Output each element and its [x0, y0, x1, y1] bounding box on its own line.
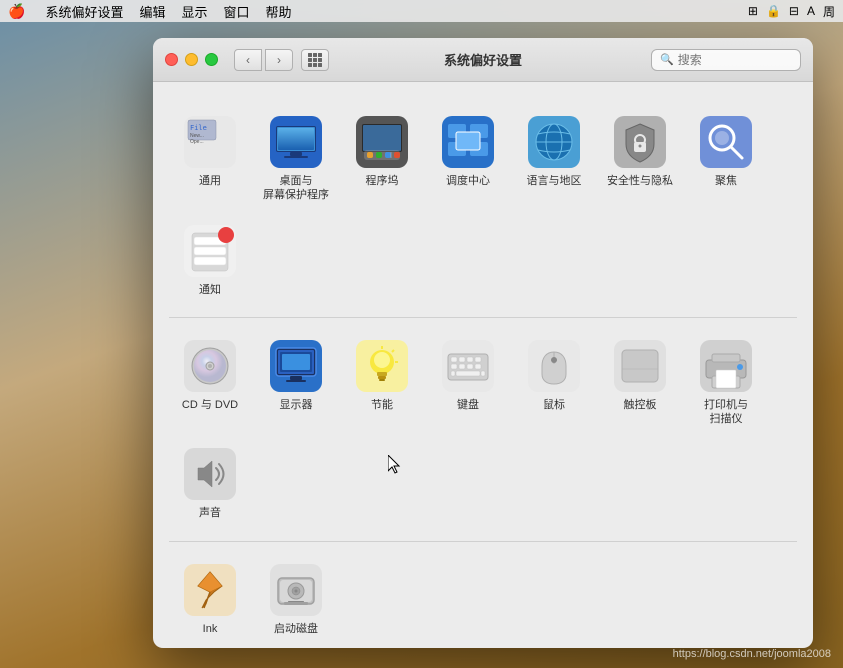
pref-trackpad[interactable]: 触控板	[599, 330, 681, 435]
section1-grid: File New... Ope... 通用	[169, 106, 797, 305]
pref-security[interactable]: 安全性与隐私	[599, 106, 681, 211]
menubar-day: 周	[823, 3, 835, 20]
svg-text:Ope...: Ope...	[190, 139, 204, 145]
display-label: 显示器	[280, 398, 313, 412]
pref-spotlight[interactable]: 聚焦	[685, 106, 767, 211]
language-label: 语言与地区	[527, 174, 582, 188]
minimize-button[interactable]	[185, 53, 198, 66]
mouse-icon	[528, 340, 580, 392]
display-icon	[270, 340, 322, 392]
pref-desktop[interactable]: 桌面与 屏幕保护程序	[255, 106, 337, 211]
language-icon	[528, 116, 580, 168]
menubar-icon-4[interactable]: A	[807, 4, 815, 18]
search-icon: 🔍	[660, 53, 674, 66]
forward-button[interactable]: ›	[265, 49, 293, 71]
window-title: 系统偏好设置	[444, 50, 522, 69]
security-icon	[614, 116, 666, 168]
watermark: https://blog.csdn.net/joomla2008	[673, 648, 831, 660]
dock-icon	[356, 116, 408, 168]
notification-label: 通知	[199, 283, 221, 297]
system-preferences-window: ‹ › 系统偏好设置 🔍	[153, 38, 813, 648]
spotlight-icon	[700, 116, 752, 168]
pref-notification[interactable]: 通知	[169, 215, 251, 305]
general-icon: File New... Ope...	[184, 116, 236, 168]
titlebar: ‹ › 系统偏好设置 🔍	[153, 38, 813, 82]
back-button[interactable]: ‹	[234, 49, 262, 71]
mission-icon	[442, 116, 494, 168]
close-button[interactable]	[165, 53, 178, 66]
ink-icon	[184, 564, 236, 616]
pref-energy[interactable]: 节能	[341, 330, 423, 435]
menu-edit[interactable]: 编辑	[139, 2, 165, 21]
menubar-icon-3[interactable]: ⊟	[789, 4, 799, 18]
preferences-content: File New... Ope... 通用	[153, 82, 813, 648]
keyboard-label: 键盘	[457, 398, 479, 412]
pref-general[interactable]: File New... Ope... 通用	[169, 106, 251, 211]
apple-menu[interactable]: 🍎	[8, 3, 25, 20]
section-other: Ink	[169, 542, 797, 648]
grid-icon	[308, 53, 322, 67]
energy-icon	[356, 340, 408, 392]
desktop-icon	[270, 116, 322, 168]
pref-printer[interactable]: 打印机与 扫描仪	[685, 330, 767, 435]
sound-label: 声音	[199, 506, 221, 520]
pref-mouse[interactable]: 鼠标	[513, 330, 595, 435]
pref-mission[interactable]: 调度中心	[427, 106, 509, 211]
pref-ink[interactable]: Ink	[169, 554, 251, 644]
pref-cddvd[interactable]: CD 与 DVD	[169, 330, 251, 435]
menu-system-prefs[interactable]: 系统偏好设置	[45, 2, 123, 21]
menu-display[interactable]: 显示	[181, 2, 207, 21]
cddvd-label: CD 与 DVD	[182, 398, 238, 412]
pref-sound[interactable]: 声音	[169, 438, 251, 528]
mission-label: 调度中心	[446, 174, 490, 188]
desktop-label: 桌面与 屏幕保护程序	[263, 174, 329, 203]
section-hardware: CD 与 DVD	[169, 318, 797, 542]
search-box[interactable]: 🔍	[651, 49, 801, 71]
security-label: 安全性与隐私	[607, 174, 673, 188]
dock-label: 程序坞	[366, 174, 399, 188]
sound-icon	[184, 448, 236, 500]
menubar-icon-1[interactable]: ⊞	[748, 4, 758, 18]
energy-label: 节能	[371, 398, 393, 412]
notification-icon	[184, 225, 236, 277]
pref-language[interactable]: 语言与地区	[513, 106, 595, 211]
nav-buttons: ‹ ›	[234, 49, 293, 71]
keyboard-icon	[442, 340, 494, 392]
menu-window[interactable]: 窗口	[223, 2, 249, 21]
cddvd-icon	[184, 340, 236, 392]
section2-grid: CD 与 DVD	[169, 330, 797, 529]
menubar-right: ⊞ 🔒 ⊟ A 周	[748, 3, 835, 20]
ink-label: Ink	[203, 622, 218, 636]
traffic-lights	[165, 53, 218, 66]
maximize-button[interactable]	[205, 53, 218, 66]
printer-icon	[700, 340, 752, 392]
pref-startup[interactable]: 启动磁盘	[255, 554, 337, 644]
pref-display[interactable]: 显示器	[255, 330, 337, 435]
menubar: 🍎 系统偏好设置 编辑 显示 窗口 帮助 ⊞ 🔒 ⊟ A 周	[0, 0, 843, 22]
startup-icon	[270, 564, 322, 616]
trackpad-label: 触控板	[624, 398, 657, 412]
spotlight-label: 聚焦	[715, 174, 737, 188]
search-input[interactable]	[678, 53, 792, 67]
grid-view-button[interactable]	[301, 49, 329, 71]
pref-dock[interactable]: 程序坞	[341, 106, 423, 211]
menu-help[interactable]: 帮助	[266, 2, 292, 21]
section-personal: File New... Ope... 通用	[169, 94, 797, 318]
printer-label: 打印机与 扫描仪	[704, 398, 748, 427]
pref-keyboard[interactable]: 键盘	[427, 330, 509, 435]
startup-label: 启动磁盘	[274, 622, 318, 636]
general-label: 通用	[199, 174, 221, 188]
svg-text:File: File	[190, 124, 207, 132]
section3-grid: Ink	[169, 554, 797, 644]
menubar-icon-2[interactable]: 🔒	[766, 4, 781, 18]
mouse-label: 鼠标	[543, 398, 565, 412]
trackpad-icon	[614, 340, 666, 392]
